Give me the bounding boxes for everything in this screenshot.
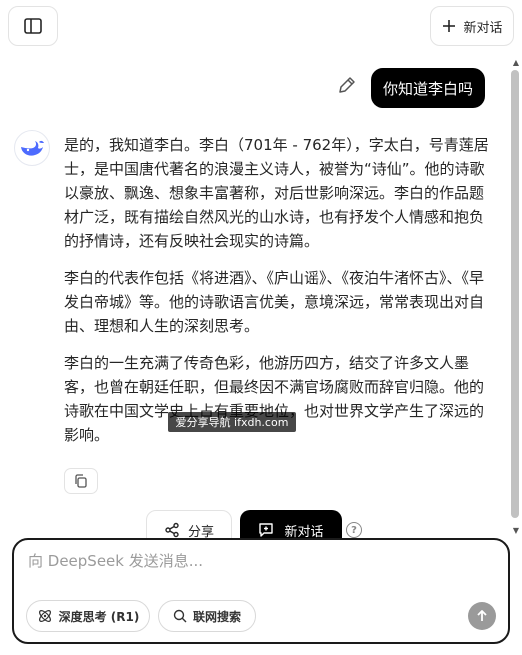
new-chat-bottom-label: 新对话 [284, 524, 324, 540]
answer-paragraph: 是的，我知道李白。李白（701年 - 762年），字太白，号青莲居士，是中国唐代… [64, 136, 489, 250]
share-label: 分享 [187, 524, 214, 540]
message-input[interactable] [28, 550, 488, 590]
scroll-down-arrow-icon[interactable]: ▼ [513, 526, 519, 535]
copy-button[interactable] [64, 468, 98, 494]
message-composer: 深度思考 (R1) 联网搜索 [12, 538, 510, 644]
plus-icon [443, 20, 456, 32]
new-chat-icon [259, 523, 274, 537]
arrow-up-icon [477, 610, 487, 621]
new-chat-button[interactable]: 新对话 [430, 6, 514, 46]
deepseek-avatar [14, 130, 50, 166]
answer-paragraph: 李白的代表作包括《将进酒》、《庐山谣》、《夜泊牛渚怀古》、《早发白帝城》等。他的… [64, 269, 485, 335]
help-icon[interactable]: ? [346, 522, 362, 538]
edit-icon[interactable] [336, 74, 358, 96]
deep-think-toggle[interactable]: 深度思考 (R1) [26, 600, 150, 632]
web-search-toggle[interactable]: 联网搜索 [158, 600, 256, 632]
scroll-up-arrow-icon[interactable]: ▲ [513, 58, 519, 67]
deep-think-label: 深度思考 (R1) [58, 609, 140, 624]
search-icon [173, 609, 187, 623]
whale-logo-icon [21, 140, 44, 156]
watermark: 爱分享导航 ifxdh.com [168, 412, 296, 432]
user-message-bubble: 你知道李白吗 [371, 68, 486, 108]
sidebar-toggle-button[interactable] [8, 6, 58, 46]
share-icon [165, 522, 179, 538]
sidebar-icon [24, 18, 42, 34]
web-search-label: 联网搜索 [192, 609, 241, 624]
scrollbar-thumb[interactable] [511, 70, 519, 518]
answer-paragraph: 李白的一生充满了传奇色彩，他游历四方，结交了许多文人墨客，也曾在朝廷任职，但最终… [64, 354, 485, 444]
new-chat-label: 新对话 [463, 20, 503, 36]
assistant-answer: 是的，我知道李白。李白（701年 - 762年），字太白，号青莲居士，是中国唐代… [64, 133, 498, 460]
send-button[interactable] [468, 602, 496, 630]
copy-icon [75, 474, 87, 488]
user-message-text: 你知道李白吗 [383, 79, 474, 98]
atom-icon [38, 610, 51, 622]
